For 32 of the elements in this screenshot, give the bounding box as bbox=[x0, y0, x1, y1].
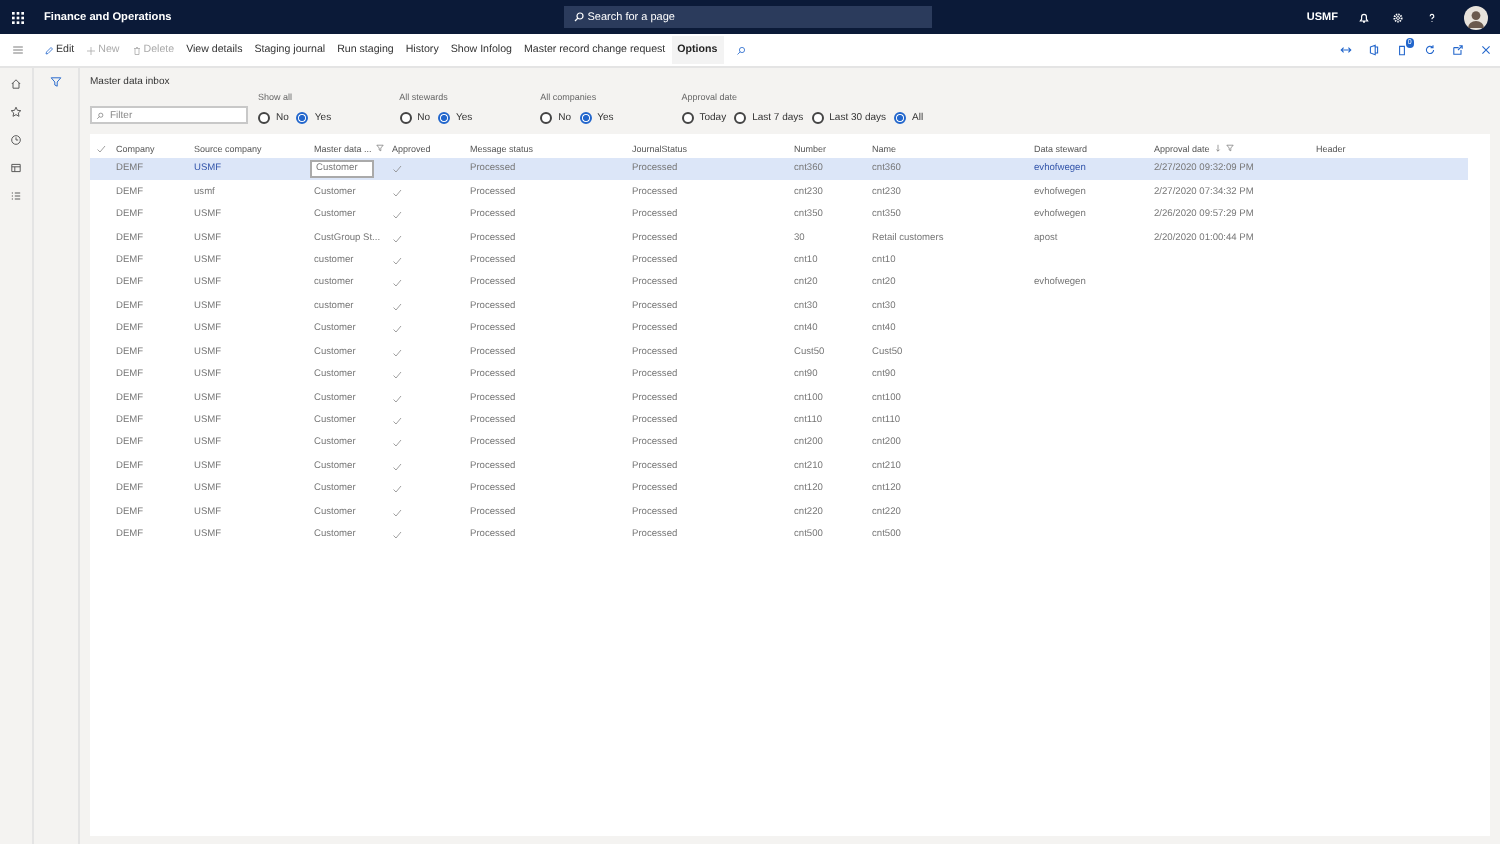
radio-button[interactable] bbox=[399, 112, 412, 124]
workspace-icon[interactable] bbox=[10, 162, 22, 174]
close-icon[interactable] bbox=[1480, 44, 1492, 56]
clock-icon[interactable] bbox=[10, 134, 22, 146]
refresh-icon[interactable] bbox=[1424, 44, 1436, 56]
select-all-checkmark-icon[interactable] bbox=[96, 143, 106, 153]
radio-button[interactable] bbox=[296, 112, 309, 124]
radio-button[interactable] bbox=[811, 112, 824, 124]
plus-icon bbox=[86, 45, 97, 55]
avatar-icon[interactable] bbox=[1464, 5, 1488, 29]
radio-button[interactable] bbox=[540, 112, 553, 124]
trash-icon bbox=[131, 45, 142, 55]
bell-icon[interactable] bbox=[1358, 11, 1370, 23]
pop-out-icon[interactable] bbox=[1452, 44, 1464, 56]
star-icon[interactable] bbox=[10, 106, 22, 118]
radio-button[interactable] bbox=[894, 112, 907, 124]
radio-button[interactable] bbox=[681, 112, 694, 124]
app-launcher-icon[interactable] bbox=[12, 11, 24, 23]
search-icon bbox=[573, 12, 584, 22]
radio-button[interactable] bbox=[734, 112, 747, 124]
search-icon[interactable] bbox=[735, 45, 746, 55]
radio-button[interactable] bbox=[579, 112, 592, 124]
radio-button[interactable] bbox=[258, 112, 270, 124]
help-icon[interactable] bbox=[1426, 11, 1438, 23]
radio-button[interactable] bbox=[437, 112, 450, 124]
filter-icon[interactable] bbox=[375, 144, 384, 152]
settings-icon[interactable] bbox=[1392, 11, 1404, 23]
filter-icon[interactable] bbox=[1225, 144, 1234, 152]
filter-icon[interactable] bbox=[50, 76, 62, 88]
search-icon bbox=[96, 111, 104, 119]
home-icon[interactable] bbox=[10, 78, 22, 90]
pencil-icon bbox=[44, 45, 54, 55]
